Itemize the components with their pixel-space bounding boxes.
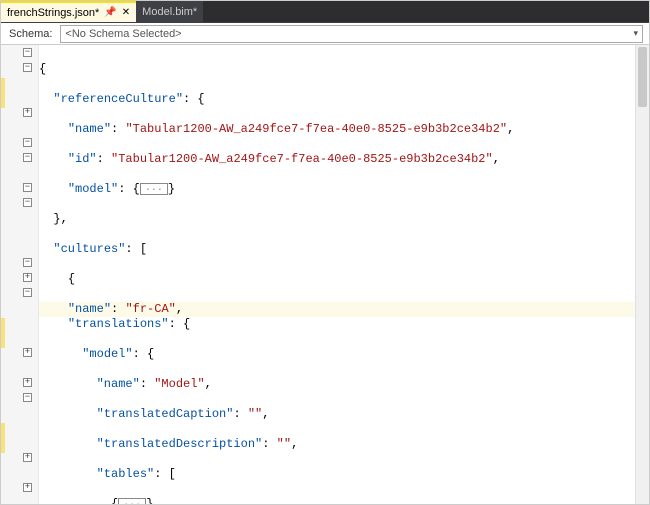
json-string: "" [248, 407, 262, 421]
fold-ellipsis[interactable]: ... [118, 498, 146, 504]
change-marker [1, 423, 5, 453]
gutter: − − + − − − − − + − + + − + + [1, 45, 39, 504]
fold-toggle[interactable]: + [23, 453, 32, 462]
close-icon[interactable]: ✕ [122, 7, 130, 18]
json-key: "name" [68, 302, 111, 316]
scrollbar-thumb[interactable] [638, 47, 647, 107]
code-editor[interactable]: − − + − − − − − + − + + − + + { "referen… [1, 45, 649, 504]
json-string: "Tabular1200-AW_a249fce7-f7ea-40e0-8525-… [125, 122, 507, 136]
change-marker [1, 318, 5, 348]
json-string: "Model" [154, 377, 204, 391]
fold-toggle[interactable]: + [23, 348, 32, 357]
fold-toggle[interactable]: − [23, 393, 32, 402]
fold-toggle[interactable]: − [23, 138, 32, 147]
change-marker [1, 78, 5, 108]
fold-toggle[interactable]: − [23, 48, 32, 57]
fold-toggle[interactable]: − [23, 198, 32, 207]
json-key: "id" [68, 152, 97, 166]
json-string: "" [277, 437, 291, 451]
fold-toggle[interactable]: + [23, 378, 32, 387]
json-key: "name" [97, 377, 140, 391]
json-key: "name" [68, 122, 111, 136]
vertical-scrollbar[interactable] [635, 45, 649, 504]
fold-toggle[interactable]: − [23, 288, 32, 297]
fold-toggle[interactable]: + [23, 108, 32, 117]
fold-toggle[interactable]: − [23, 63, 32, 72]
json-string: "Tabular1200-AW_a249fce7-f7ea-40e0-8525-… [111, 152, 493, 166]
json-key: "translatedDescription" [97, 437, 263, 451]
fold-ellipsis[interactable]: ... [140, 183, 168, 195]
json-key: "referenceCulture" [53, 92, 183, 106]
fold-toggle[interactable]: − [23, 258, 32, 267]
schema-select[interactable]: <No Schema Selected> [60, 25, 643, 43]
json-key: "cultures" [53, 242, 125, 256]
schema-label: Schema: [1, 28, 60, 40]
fold-toggle[interactable]: + [23, 483, 32, 492]
schema-bar: Schema: <No Schema Selected> [1, 23, 649, 45]
json-string: "fr-CA" [125, 302, 175, 316]
tab-label: frenchStrings.json* [7, 7, 99, 19]
tab-frenchstrings[interactable]: frenchStrings.json* 📌 ✕ [1, 1, 136, 22]
tab-label: Model.bim* [142, 6, 197, 18]
json-key: "tables" [97, 467, 155, 481]
code-content[interactable]: { "referenceCulture": { "name": "Tabular… [39, 45, 649, 504]
fold-toggle[interactable]: − [23, 153, 32, 162]
fold-toggle[interactable]: − [23, 183, 32, 192]
tab-modelbim[interactable]: Model.bim* [136, 1, 203, 22]
json-key: "translations" [68, 317, 169, 331]
tab-bar: frenchStrings.json* 📌 ✕ Model.bim* [1, 1, 649, 23]
json-key: "model" [82, 347, 132, 361]
fold-toggle[interactable]: + [23, 273, 32, 282]
json-key: "model" [68, 182, 118, 196]
pin-icon[interactable]: 📌 [104, 7, 116, 18]
schema-value: <No Schema Selected> [65, 28, 181, 40]
json-key: "translatedCaption" [97, 407, 234, 421]
